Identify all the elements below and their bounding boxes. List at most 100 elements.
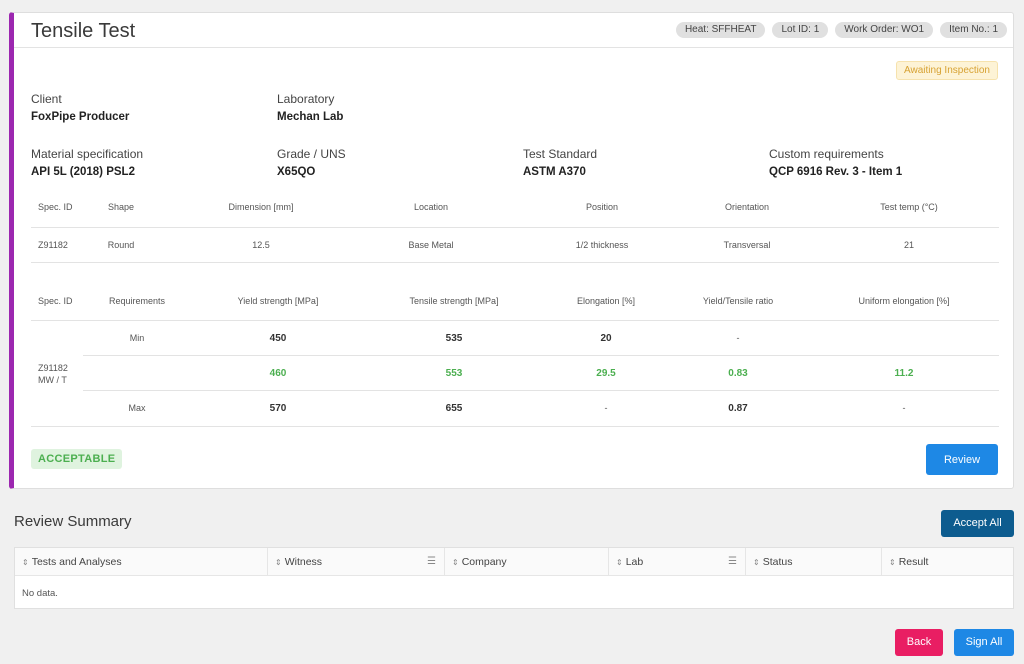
column-header-result[interactable]: ⇕ Result xyxy=(882,548,1013,576)
table-header-row: Spec. ID Shape Dimension [mm] Location P… xyxy=(31,191,999,228)
info-value: ASTM A370 xyxy=(523,166,586,178)
info-label: Client xyxy=(31,92,62,106)
column-label: Lab xyxy=(625,556,644,568)
table-cell: 535 xyxy=(445,333,463,344)
table-cell: - xyxy=(736,333,740,343)
info-material: Material specification API 5L (2018) PSL… xyxy=(31,147,143,178)
back-button[interactable]: Back xyxy=(895,629,943,656)
info-laboratory: Laboratory Mechan Lab xyxy=(277,92,343,123)
column-header: Orientation xyxy=(724,202,770,212)
info-client: Client FoxPipe Producer xyxy=(31,92,129,123)
column-header: Requirements xyxy=(108,296,166,306)
info-label: Test Standard xyxy=(523,147,598,161)
column-label: Tests and Analyses xyxy=(31,556,122,568)
column-header-lab[interactable]: ⇕ Lab ☰ xyxy=(609,548,746,576)
table-cell: - xyxy=(604,403,608,413)
column-header: Elongation [%] xyxy=(576,296,636,306)
table-cell: 655 xyxy=(445,403,463,414)
filter-icon[interactable]: ☰ xyxy=(728,548,737,576)
info-value: QCP 6916 Rev. 3 - Item 1 xyxy=(769,166,903,178)
column-header-witness[interactable]: ⇕ Witness ☰ xyxy=(268,548,445,576)
chip-work-order: Work Order: WO1 xyxy=(835,22,934,38)
table-divider xyxy=(31,426,999,427)
column-header: Yield strength [MPa] xyxy=(237,296,319,306)
table-header-row: Spec. ID Requirements Yield strength [MP… xyxy=(31,285,999,321)
results-body: Z91182 MW / T Min 450 535 20 - 460 553 2… xyxy=(31,321,999,426)
column-header: Tensile strength [MPa] xyxy=(409,296,499,306)
table-cell: 553 xyxy=(445,368,463,379)
info-label: Grade / UNS xyxy=(277,147,346,161)
column-header: Spec. ID xyxy=(38,202,73,212)
review-button[interactable]: Review xyxy=(926,444,998,475)
column-header: Position xyxy=(585,202,619,212)
table-row: Z91182 Round 12.5 Base Metal 1/2 thickne… xyxy=(31,228,999,263)
info-value: API 5L (2018) PSL2 xyxy=(31,166,135,178)
chip-lot: Lot ID: 1 xyxy=(772,22,829,38)
table-cell: Round xyxy=(107,240,135,250)
spec-sub-id: MW / T xyxy=(38,375,67,385)
spec-id: Z91182 xyxy=(38,363,68,373)
info-label: Laboratory xyxy=(277,92,335,106)
table-cell: Transversal xyxy=(723,240,771,250)
tensile-test-card: Tensile Test Heat: SFFHEAT Lot ID: 1 Wor… xyxy=(9,12,1014,489)
sort-icon[interactable]: ⇕ xyxy=(275,558,282,567)
info-standard: Test Standard ASTM A370 xyxy=(523,147,597,178)
column-label: Company xyxy=(461,556,507,568)
info-label: Custom requirements xyxy=(769,147,884,161)
info-label: Material specification xyxy=(31,147,144,161)
filter-icon[interactable]: ☰ xyxy=(427,548,436,576)
table-row-min: Min 450 535 20 - xyxy=(83,321,999,356)
column-header: Test temp (°C) xyxy=(880,202,938,212)
table-cell: Base Metal xyxy=(408,240,454,250)
table-cell: 11.2 xyxy=(894,368,914,379)
specimen-table: Spec. ID Shape Dimension [mm] Location P… xyxy=(31,191,999,263)
table-row-actual: 460 553 29.5 0.83 11.2 xyxy=(83,356,999,391)
table-cell: 0.83 xyxy=(728,368,748,379)
column-label: Witness xyxy=(284,556,323,568)
column-label: Status xyxy=(762,556,793,568)
table-cell: 12.5 xyxy=(252,240,270,250)
info-value: FoxPipe Producer xyxy=(31,111,130,123)
sort-icon[interactable]: ⇕ xyxy=(452,558,459,567)
table-row-max: Max 570 655 - 0.87 - xyxy=(83,391,999,426)
info-value: Mechan Lab xyxy=(277,111,344,123)
empty-state: No data. xyxy=(22,588,58,599)
column-header-company[interactable]: ⇕ Company xyxy=(445,548,609,576)
results-table: Spec. ID Requirements Yield strength [MP… xyxy=(31,285,999,427)
column-header-tests[interactable]: ⇕ Tests and Analyses xyxy=(15,548,268,576)
table-cell: 21 xyxy=(903,240,915,250)
info-value: X65QO xyxy=(277,166,316,178)
table-cell: 570 xyxy=(269,403,287,414)
sign-all-button[interactable]: Sign All xyxy=(954,629,1014,656)
spec-id-cell: Z91182 MW / T xyxy=(38,362,68,386)
sort-icon[interactable]: ⇕ xyxy=(889,558,896,567)
review-summary-table: ⇕ Tests and Analyses ⇕ Witness ☰ ⇕ Company … xyxy=(14,547,1014,609)
table-cell: 1/2 thickness xyxy=(575,240,629,250)
column-header: Shape xyxy=(107,202,135,212)
column-header: Location xyxy=(413,202,449,212)
column-label: Result xyxy=(898,556,929,568)
table-header-row: ⇕ Tests and Analyses ⇕ Witness ☰ ⇕ Company … xyxy=(15,548,1013,576)
row-label: Min xyxy=(129,333,145,343)
column-header: Spec. ID xyxy=(38,296,73,306)
chip-group: Heat: SFFHEAT Lot ID: 1 Work Order: WO1 … xyxy=(675,22,1007,38)
section-title: Review Summary xyxy=(14,513,132,530)
table-cell: 0.87 xyxy=(728,403,748,414)
page-title: Tensile Test xyxy=(31,20,136,42)
info-grade: Grade / UNS X65QO xyxy=(277,147,346,178)
sort-icon[interactable]: ⇕ xyxy=(753,558,760,567)
sort-icon[interactable]: ⇕ xyxy=(616,558,623,567)
table-cell: 20 xyxy=(600,333,612,344)
table-cell: - xyxy=(902,403,906,413)
table-cell: 450 xyxy=(269,333,287,344)
column-header-status[interactable]: ⇕ Status xyxy=(746,548,882,576)
card-header: Tensile Test Heat: SFFHEAT Lot ID: 1 Wor… xyxy=(14,13,1013,48)
chip-heat: Heat: SFFHEAT xyxy=(675,22,766,38)
sort-icon[interactable]: ⇕ xyxy=(22,558,29,567)
chip-item: Item No.: 1 xyxy=(940,22,1007,38)
table-cell: 460 xyxy=(269,368,287,379)
row-label: Max xyxy=(128,403,146,413)
accept-all-button[interactable]: Accept All xyxy=(941,510,1014,537)
result-badge: ACCEPTABLE xyxy=(31,449,123,469)
table-cell: 29.5 xyxy=(596,368,616,379)
